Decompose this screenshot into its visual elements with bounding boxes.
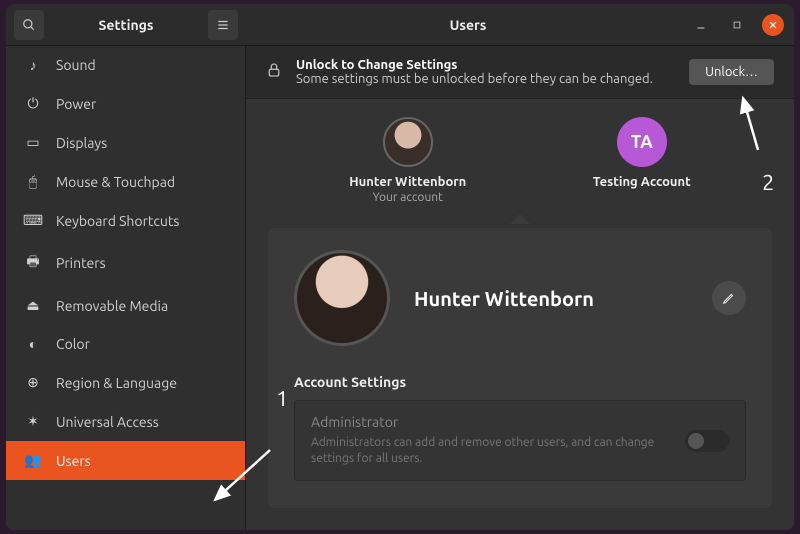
- sidebar-item-mouse[interactable]: 🖱 Mouse & Touchpad: [6, 162, 245, 201]
- account-item-current[interactable]: Hunter Wittenborn Your account: [349, 117, 466, 204]
- edit-name-button[interactable]: [712, 281, 746, 315]
- minimize-button[interactable]: [690, 14, 712, 36]
- close-button[interactable]: [762, 14, 784, 36]
- hamburger-menu-button[interactable]: [208, 10, 238, 40]
- section-title: Account Settings: [294, 374, 746, 390]
- color-icon: ◐: [24, 336, 42, 352]
- sidebar-item-label: Removable Media: [56, 298, 168, 314]
- selection-notch: [246, 210, 794, 228]
- sidebar-item-label: Power: [56, 96, 96, 112]
- lock-icon: [266, 62, 282, 82]
- admin-title: Administrator: [311, 413, 671, 433]
- account-name: Testing Account: [593, 175, 691, 189]
- music-note-icon: ♪: [24, 57, 42, 73]
- avatar: [383, 117, 433, 167]
- sidebar-item-label: Displays: [56, 135, 107, 151]
- unlock-bar: Unlock to Change Settings Some settings …: [246, 46, 794, 99]
- power-icon: ⏻: [24, 95, 42, 112]
- search-button[interactable]: [14, 10, 44, 40]
- sidebar-item-label: Printers: [56, 255, 106, 271]
- page-title: Users: [246, 17, 690, 33]
- administrator-toggle[interactable]: [685, 430, 729, 452]
- sidebar: ♪ Sound ⏻ Power ▭ Displays 🖱 Mouse & Tou…: [6, 46, 246, 530]
- administrator-row: Administrator Administrators can add and…: [294, 400, 746, 481]
- sidebar-item-universal[interactable]: ✶ Universal Access: [6, 402, 245, 441]
- app-title: Settings: [44, 17, 208, 33]
- users-icon: 👥: [24, 452, 42, 469]
- sidebar-item-label: Mouse & Touchpad: [56, 174, 175, 190]
- sidebar-item-displays[interactable]: ▭ Displays: [6, 123, 245, 162]
- sidebar-item-printers[interactable]: 🖶 Printers: [6, 240, 245, 286]
- settings-window: Settings Users ♪ Sound ⏻: [6, 4, 794, 530]
- maximize-button[interactable]: [726, 14, 748, 36]
- sidebar-item-removable[interactable]: ⏏ Removable Media: [6, 286, 245, 325]
- eject-icon: ⏏: [24, 297, 42, 314]
- accounts-row: Hunter Wittenborn Your account TA Testin…: [246, 99, 794, 204]
- unlock-title: Unlock to Change Settings: [296, 58, 675, 72]
- account-sub: Your account: [373, 191, 443, 204]
- unlock-subtitle: Some settings must be unlocked before th…: [296, 72, 675, 86]
- admin-description: Administrators can add and remove other …: [311, 435, 671, 469]
- mouse-icon: 🖱: [24, 173, 42, 190]
- globe-icon: ⊕: [24, 374, 42, 391]
- main-panel: Unlock to Change Settings Some settings …: [246, 46, 794, 530]
- sidebar-item-label: Region & Language: [56, 375, 177, 391]
- sidebar-item-label: Users: [56, 453, 91, 469]
- sidebar-item-users[interactable]: 👥 Users: [6, 441, 245, 480]
- sidebar-item-label: Sound: [56, 57, 96, 73]
- content-area: ♪ Sound ⏻ Power ▭ Displays 🖱 Mouse & Tou…: [6, 46, 794, 530]
- sidebar-item-label: Keyboard Shortcuts: [56, 213, 179, 229]
- keyboard-icon: ⌨: [24, 212, 42, 229]
- account-item-other[interactable]: TA Testing Account: [593, 117, 691, 204]
- accessibility-icon: ✶: [24, 413, 42, 430]
- account-name: Hunter Wittenborn: [349, 175, 466, 189]
- sidebar-item-keyboard[interactable]: ⌨ Keyboard Shortcuts: [6, 201, 245, 240]
- sidebar-item-region[interactable]: ⊕ Region & Language: [6, 363, 245, 402]
- profile-name: Hunter Wittenborn: [414, 287, 688, 310]
- sidebar-item-label: Color: [56, 336, 90, 352]
- printer-icon: 🖶: [24, 251, 42, 275]
- sidebar-item-color[interactable]: ◐ Color: [6, 325, 245, 363]
- profile-avatar[interactable]: [294, 250, 390, 346]
- avatar-initials: TA: [617, 117, 667, 167]
- sidebar-item-label: Universal Access: [56, 414, 159, 430]
- titlebar: Settings Users: [6, 4, 794, 46]
- display-icon: ▭: [24, 134, 42, 151]
- unlock-button[interactable]: Unlock…: [689, 59, 774, 85]
- sidebar-item-sound[interactable]: ♪ Sound: [6, 46, 245, 84]
- detail-panel: Hunter Wittenborn Account Settings Admin…: [268, 228, 772, 508]
- sidebar-item-power[interactable]: ⏻ Power: [6, 84, 245, 123]
